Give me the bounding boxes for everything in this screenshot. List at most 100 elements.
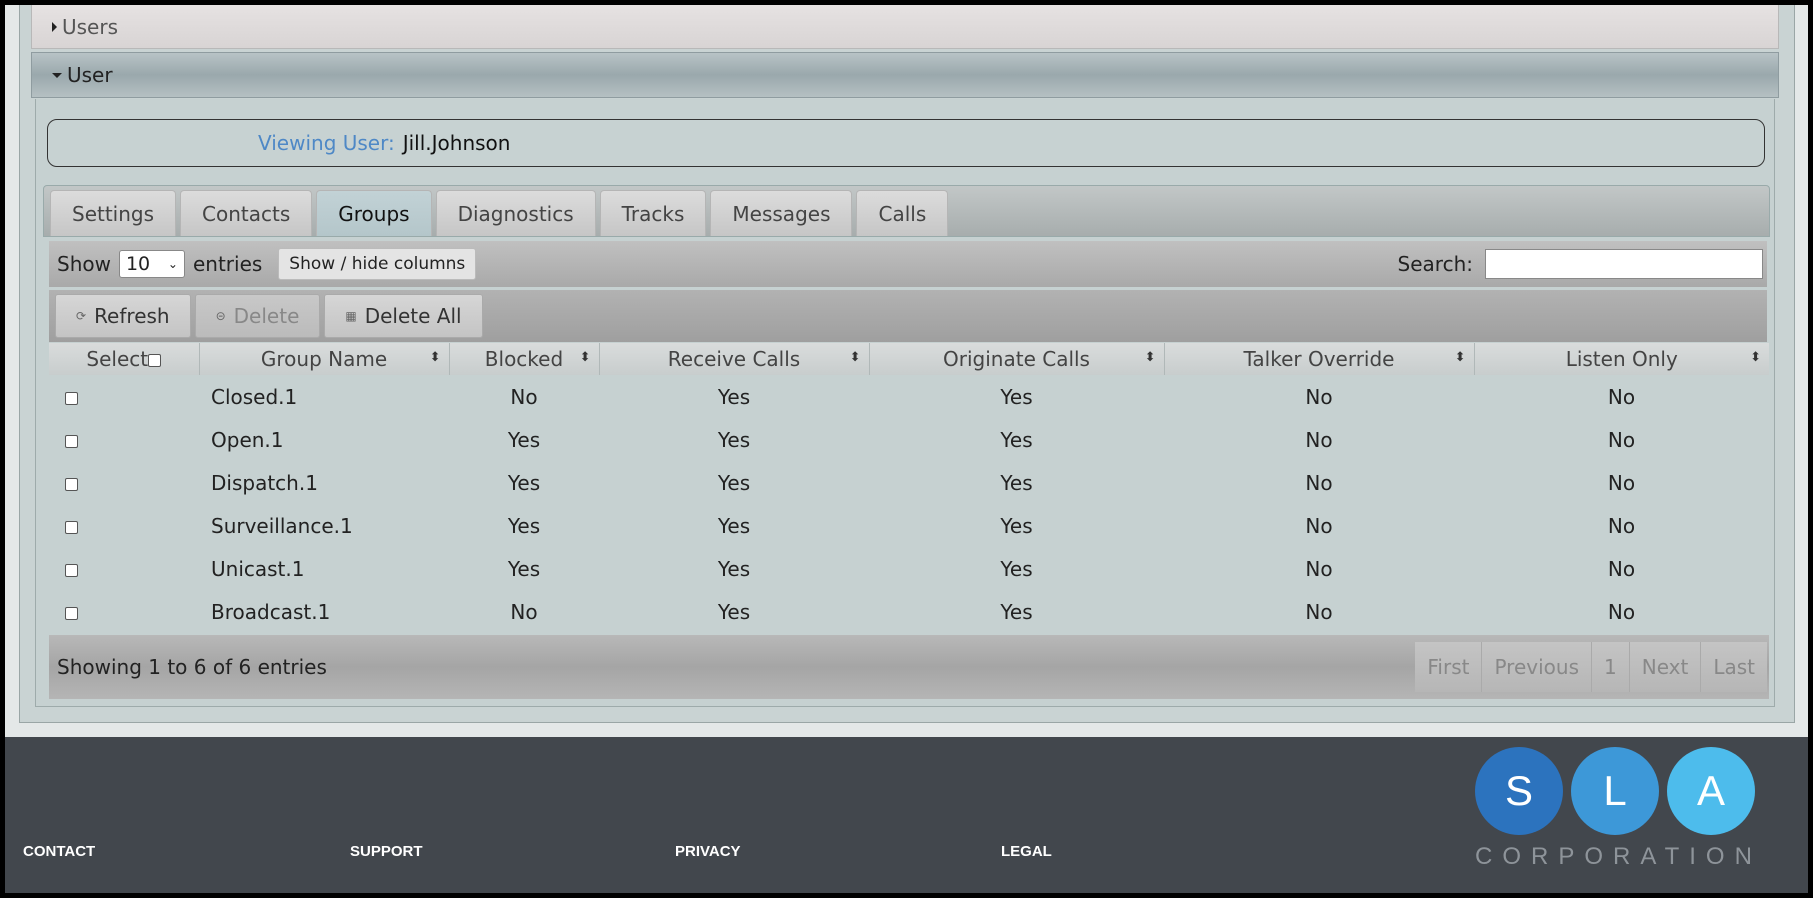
viewing-user-box: Viewing User: Jill.Johnson <box>47 119 1765 167</box>
cell-talker-override: No <box>1305 556 1333 581</box>
cell-talker-override: No <box>1305 427 1333 452</box>
tab-settings[interactable]: Settings <box>50 190 177 236</box>
pager-first-button[interactable]: First <box>1415 642 1483 692</box>
column-header-group-name[interactable]: Group Name ⬍ <box>199 343 450 375</box>
tab-calls[interactable]: Calls <box>856 190 949 236</box>
delete-button[interactable]: ⊝ Delete <box>194 294 321 338</box>
cell-blocked: Yes <box>507 513 541 538</box>
row-checkbox[interactable] <box>65 520 78 534</box>
cell-group-name: Broadcast.1 <box>211 599 331 624</box>
sort-icon: ⬍ <box>849 350 861 365</box>
column-header-select[interactable]: Select <box>49 343 200 375</box>
cell-listen-only: No <box>1607 513 1636 538</box>
pager-last-button[interactable]: Last <box>1701 642 1767 692</box>
accordion-user-header[interactable]: User <box>31 52 1779 98</box>
search-label: Search: <box>1397 252 1473 276</box>
delete-all-button[interactable]: ▦ Delete All <box>324 294 483 338</box>
show-hide-columns-button[interactable]: Show / hide columns <box>278 248 477 280</box>
footer-link-legal[interactable]: LEGAL <box>1001 843 1052 860</box>
refresh-icon: ⟳ <box>76 309 87 323</box>
tabs-bar: Settings Contacts Groups Diagnostics Tra… <box>43 185 1770 237</box>
site-footer: CONTACT SUPPORT PRIVACY LEGAL S L A CORP… <box>5 737 1808 893</box>
column-header-receive-calls[interactable]: Receive Calls ⬍ <box>599 343 870 375</box>
sort-icon: ⬍ <box>429 350 441 365</box>
cell-blocked: Yes <box>507 470 541 495</box>
pager-next-button[interactable]: Next <box>1629 642 1702 692</box>
row-checkbox[interactable] <box>65 606 78 620</box>
row-checkbox[interactable] <box>65 563 78 577</box>
cell-talker-override: No <box>1305 384 1333 409</box>
column-header-label: Select <box>86 347 149 371</box>
column-header-label: Receive Calls <box>667 347 801 371</box>
column-header-label: Blocked <box>484 347 564 371</box>
table-footer: Showing 1 to 6 of 6 entries First Previo… <box>49 635 1769 699</box>
sort-icon: ⬍ <box>1144 350 1156 365</box>
viewing-user-value: Jill.Johnson <box>402 131 511 155</box>
pager-page-1-button[interactable]: 1 <box>1592 642 1630 692</box>
footer-link-support[interactable]: SUPPORT <box>350 843 423 860</box>
cell-originate-calls: Yes <box>1000 427 1033 452</box>
table-row[interactable]: Unicast.1 Yes Yes Yes No No <box>49 547 1769 590</box>
cell-blocked: Yes <box>507 427 541 452</box>
trash-icon: ▦ <box>345 309 357 323</box>
table-header-row: Select Group Name ⬍ Blocked ⬍ Receive Call… <box>49 343 1769 375</box>
logo-subtitle: CORPORATION <box>1475 843 1762 870</box>
tab-contacts[interactable]: Contacts <box>180 190 313 236</box>
column-header-talker-override[interactable]: Talker Override ⬍ <box>1164 343 1475 375</box>
cell-originate-calls: Yes <box>1000 556 1033 581</box>
row-checkbox[interactable] <box>65 477 78 491</box>
tab-messages[interactable]: Messages <box>710 190 853 236</box>
cell-talker-override: No <box>1305 599 1333 624</box>
table-row[interactable]: Broadcast.1 No Yes Yes No No <box>49 590 1769 633</box>
row-checkbox[interactable] <box>65 391 78 405</box>
refresh-label: Refresh <box>94 304 170 328</box>
cell-originate-calls: Yes <box>1000 513 1033 538</box>
cell-listen-only: No <box>1607 470 1636 495</box>
sort-icon: ⬍ <box>1750 350 1761 365</box>
pager-previous-button[interactable]: Previous <box>1482 642 1592 692</box>
sort-icon: ⬍ <box>1454 350 1466 365</box>
minus-circle-icon: ⊝ <box>215 309 226 323</box>
column-header-label: Talker Override <box>1243 347 1395 371</box>
column-header-label: Listen Only <box>1565 347 1678 371</box>
table-row[interactable]: Closed.1 No Yes Yes No No <box>49 375 1769 418</box>
cell-blocked: No <box>510 384 538 409</box>
footer-link-contact[interactable]: CONTACT <box>23 843 95 860</box>
table-row[interactable]: Open.1 Yes Yes Yes No No <box>49 418 1769 461</box>
page-length-select[interactable]: 10 ⌄ <box>118 250 185 278</box>
cell-originate-calls: Yes <box>1000 470 1033 495</box>
cell-receive-calls: Yes <box>717 513 751 538</box>
pagination: First Previous 1 Next Last <box>1415 642 1767 692</box>
cell-group-name: Dispatch.1 <box>211 470 318 495</box>
cell-listen-only: No <box>1607 384 1636 409</box>
tab-groups[interactable]: Groups <box>316 190 432 236</box>
cell-talker-override: No <box>1305 470 1333 495</box>
delete-label: Delete <box>233 304 300 328</box>
column-header-originate-calls[interactable]: Originate Calls ⬍ <box>869 343 1165 375</box>
table-controls: Show 10 ⌄ entries Show / hide columns Se… <box>49 241 1767 287</box>
row-checkbox[interactable] <box>65 434 78 448</box>
sort-icon: ⬍ <box>579 350 591 365</box>
tab-tracks[interactable]: Tracks <box>599 190 707 236</box>
table-row[interactable]: Surveillance.1 Yes Yes Yes No No <box>49 504 1769 547</box>
logo-circle-a: A <box>1667 747 1755 835</box>
tab-diagnostics[interactable]: Diagnostics <box>435 190 596 236</box>
cell-originate-calls: Yes <box>1000 384 1033 409</box>
select-all-checkbox[interactable] <box>148 354 162 367</box>
cell-group-name: Surveillance.1 <box>211 513 353 538</box>
column-header-label: Group Name <box>260 347 388 371</box>
column-header-label: Originate Calls <box>943 347 1090 371</box>
chevron-down-icon: ⌄ <box>167 257 178 271</box>
caret-down-icon <box>52 72 62 78</box>
refresh-button[interactable]: ⟳ Refresh <box>55 294 191 338</box>
column-header-blocked[interactable]: Blocked ⬍ <box>449 343 600 375</box>
cell-receive-calls: Yes <box>717 427 751 452</box>
footer-link-privacy[interactable]: PRIVACY <box>675 843 741 860</box>
cell-receive-calls: Yes <box>717 470 751 495</box>
show-label: Show <box>57 252 111 276</box>
page-length-value: 10 <box>125 253 151 275</box>
search-input[interactable] <box>1485 249 1763 279</box>
table-row[interactable]: Dispatch.1 Yes Yes Yes No No <box>49 461 1769 504</box>
accordion-users-header[interactable]: Users <box>31 5 1779 49</box>
column-header-listen-only[interactable]: Listen Only ⬍ <box>1474 343 1769 375</box>
